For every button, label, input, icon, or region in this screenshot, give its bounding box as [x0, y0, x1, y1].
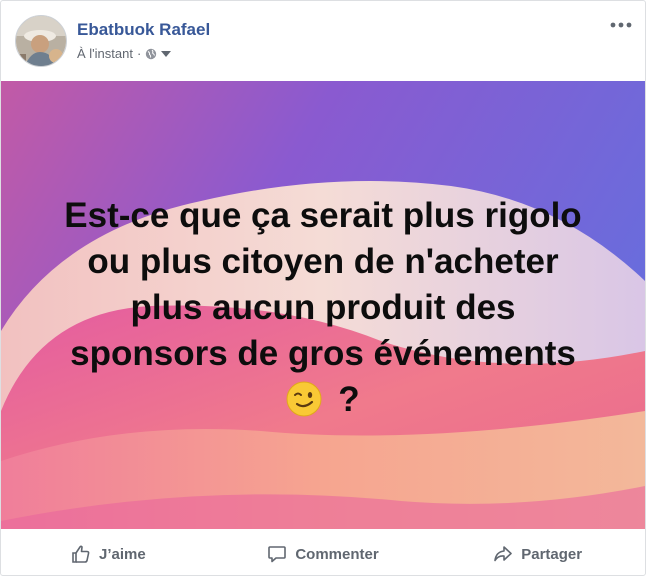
- post-card: Ebatbuok Rafael À l'instant · Est-ce que…: [0, 0, 646, 576]
- post-actions-bar: J’aime Commenter Partager: [1, 532, 645, 576]
- post-text-last-line: ?: [21, 377, 625, 429]
- share-button[interactable]: Partager: [430, 544, 645, 564]
- comment-button[interactable]: Commenter: [216, 544, 431, 564]
- meta-separator: ·: [136, 46, 142, 61]
- author-name[interactable]: Ebatbuok Rafael: [77, 20, 210, 40]
- post-text-line: Est-ce que ça serait plus rigolo: [64, 196, 582, 235]
- chevron-down-icon[interactable]: [161, 50, 172, 57]
- comment-label: Commenter: [295, 545, 379, 563]
- post-meta: À l'instant ·: [77, 46, 172, 61]
- thumbs-up-icon: [72, 545, 90, 563]
- like-label: J’aime: [98, 545, 146, 563]
- winking-face-icon: [286, 381, 322, 429]
- comment-icon: [268, 546, 287, 563]
- share-label: Partager: [521, 545, 583, 563]
- post-text: Est-ce que ça serait plus rigolo ou plus…: [21, 193, 625, 429]
- timestamp[interactable]: À l'instant: [77, 46, 133, 61]
- globe-icon[interactable]: [145, 48, 157, 60]
- post-background-banner: Est-ce que ça serait plus rigolo ou plus…: [1, 81, 645, 529]
- avatar[interactable]: [15, 15, 67, 67]
- more-options-icon[interactable]: [609, 15, 633, 35]
- like-button[interactable]: J’aime: [1, 544, 216, 564]
- post-text-line: sponsors de gros événements: [70, 334, 576, 373]
- share-icon: [494, 546, 513, 562]
- post-header: Ebatbuok Rafael À l'instant ·: [1, 1, 646, 81]
- question-mark: ?: [338, 380, 360, 419]
- post-text-line: ou plus citoyen de n'acheter: [87, 242, 559, 281]
- post-text-line: plus aucun produit des: [130, 288, 516, 327]
